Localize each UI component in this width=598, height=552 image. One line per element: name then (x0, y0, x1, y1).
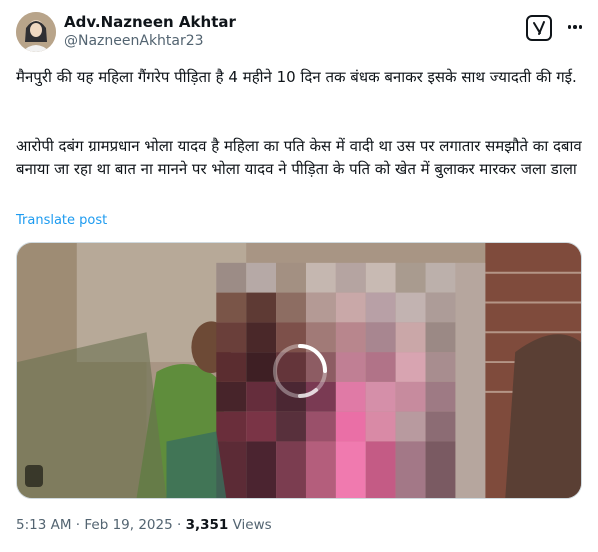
tweet-date[interactable]: Feb 19, 2025 (84, 517, 172, 533)
grok-glyph (533, 21, 545, 35)
translate-post-link[interactable]: Translate post (16, 213, 107, 228)
video-player[interactable] (16, 242, 582, 499)
tweet-text-paragraph-1: मैनपुरी की यह महिला गैंगरेप पीड़िता है 4… (16, 68, 577, 86)
dot (573, 25, 577, 29)
video-badge-icon (25, 465, 43, 487)
views-count: 3,351 (185, 517, 229, 533)
tweet-text-paragraph-2: आरोपी दबंग ग्रामप्रधान भोला यादव है महिल… (16, 137, 582, 178)
meta-separator: · (177, 517, 182, 533)
more-options-icon[interactable] (563, 15, 587, 39)
loading-spinner-icon (273, 344, 327, 398)
avatar[interactable] (16, 12, 56, 52)
tweet-time[interactable]: 5:13 AM (16, 517, 72, 533)
dot (578, 25, 583, 29)
author-name[interactable]: Adv.Nazneen Akhtar (64, 13, 236, 31)
views-label: Views (232, 517, 272, 533)
grok-icon[interactable] (526, 15, 552, 41)
author-handle[interactable]: @NazneenAkhtar23 (64, 33, 204, 49)
avatar-image (16, 12, 56, 52)
meta-separator: · (75, 517, 81, 533)
tweet-meta: 5:13 AM · Feb 19, 2025 · 3,351 Views (16, 517, 272, 533)
dot (567, 25, 572, 29)
